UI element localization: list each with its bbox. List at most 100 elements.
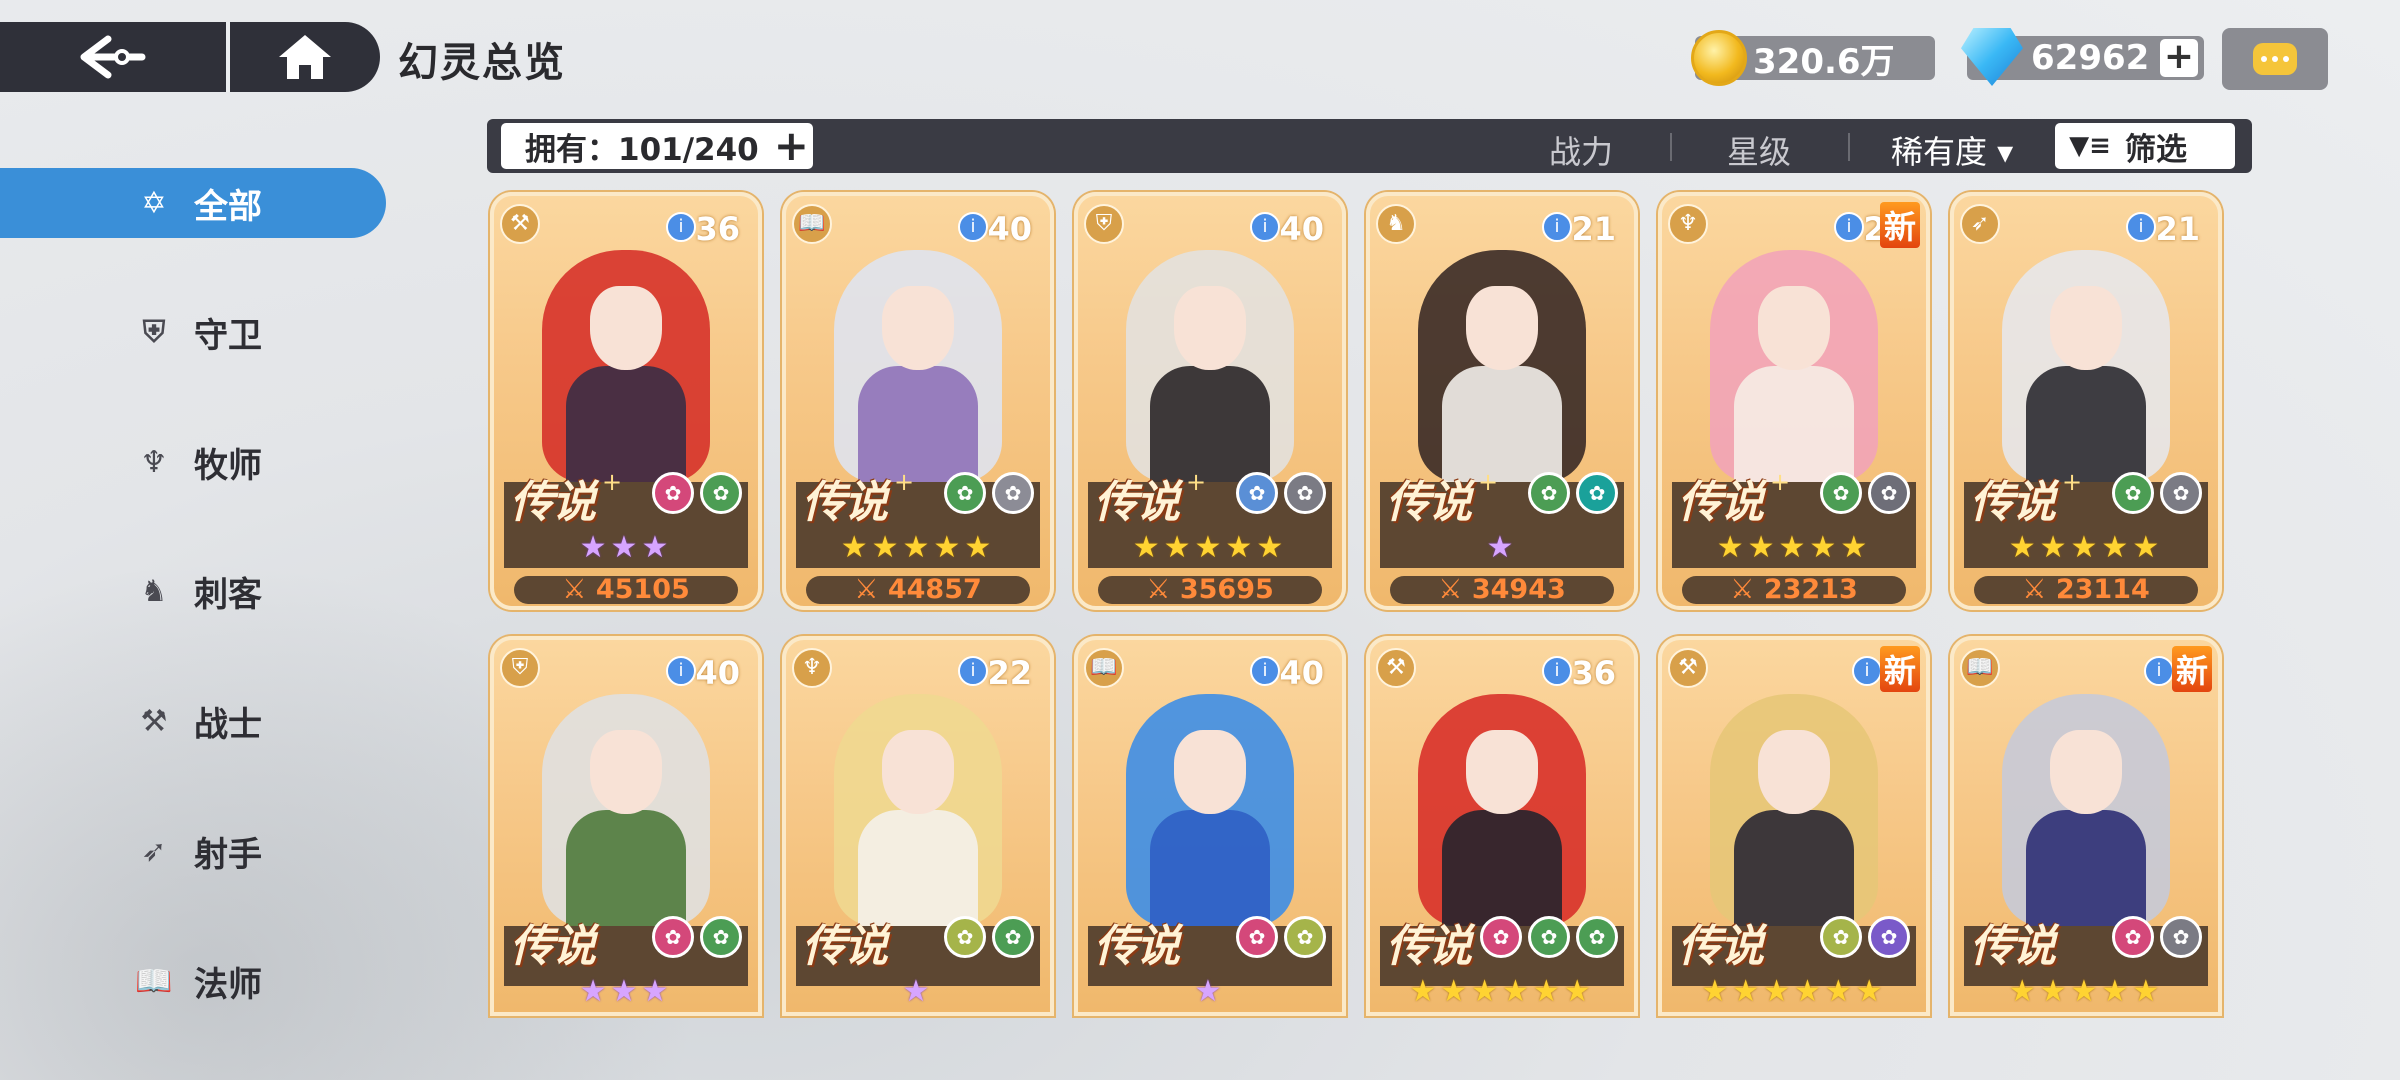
sidebar-item-label: 牧师 [194,445,262,486]
hero-card[interactable]: ♆i22新传说+✿✿★★★★★⚔ 23213 [1658,192,1930,610]
sidebar-item[interactable]: ♞ 刺客 [0,556,386,626]
star-rating: ★★★★★ [1716,530,1872,565]
hero-portrait [1380,230,1624,482]
sidebar-item[interactable]: 📖 法师 [0,946,386,1016]
chat-button[interactable] [2222,28,2328,90]
element-badges: ✿ ✿ [2112,916,2202,958]
element-badges: ✿ ✿ [652,916,742,958]
hero-card[interactable]: ♆ i 22 传说 ✿ ✿ ★ [782,636,1054,1016]
back-button[interactable] [0,22,226,92]
element-badges: ✿ ✿ [1236,472,1326,514]
hero-card[interactable]: ⚒ i 36 传说 + ✿ ✿ ★★★ ⚔ 45105 [490,192,762,610]
hero-info-panel: 传说 + ✿ ✿ ★★★★★ [1964,468,2208,568]
combat-power-value: 23114 [2055,574,2150,605]
hero-outfit [1150,366,1270,482]
hero-card[interactable]: ➶ i 21 传说 + ✿ ✿ ★★★★★ ⚔ 23114 [1950,192,2222,610]
hero-card[interactable]: ⛨ i 40 传说 ✿ ✿ ★★★ [490,636,762,1016]
element-icon: ✿ [1528,472,1570,514]
rarity-label: 传说 [802,477,888,528]
hero-level: 21 [1571,210,1616,248]
hero-info-panel: 传说 + ✿ ✿ ★★★★★ [796,468,1040,568]
hero-card[interactable]: ⛨ i 40 传说 + ✿ ✿ ★★★★★ ⚔ 35695 [1074,192,1346,610]
combat-power: ⚔ 23114 [1974,576,2198,604]
hero-face [2050,730,2122,814]
hood-icon: ♞ [1376,204,1416,244]
hero-face [882,730,954,814]
sidebar-item-label: 守卫 [194,315,262,356]
rarity-label: 传说 [1970,921,2056,972]
sort-by-power[interactable]: 战力 [1549,127,1613,173]
sidebar-item-label: 射手 [194,834,262,875]
element-badges: ✿ ✿ [1820,472,1910,514]
element-icon: ✿ [2112,472,2154,514]
sidebar-item[interactable]: ⛨ 守卫 [0,297,386,367]
hero-outfit [858,366,978,482]
hero-info-panel: 传说 + ✿ ✿ ★★★★★ [1088,468,1332,568]
hero-outfit [1734,810,1854,926]
rarity-label: 传说 [1678,921,1764,972]
sidebar-item-label: 刺客 [194,574,262,615]
home-button[interactable] [230,22,380,92]
gold-counter[interactable]: 320.6万 [1691,30,1935,86]
combat-power: ⚔ 34943 [1390,576,1614,604]
home-icon [279,35,331,79]
gold-coin-icon [1691,30,1747,86]
filter-button[interactable]: ▼≡ 筛选 [2055,123,2235,169]
gold-amount: 320.6万 [1753,41,1895,82]
hero-portrait [504,674,748,926]
sort-by-rarity[interactable]: 稀有度 ▾ [1891,127,2013,173]
level-gem-icon: i [958,656,988,686]
star-rating: ★ [902,974,934,1009]
hammer-icon: ⚒ [1376,648,1416,688]
star-rating: ★★★★★★ [1701,974,1887,1009]
back-arrow-icon [80,35,146,79]
book-icon: 📖 [135,963,173,999]
element-icon: ✿ [2112,916,2154,958]
sidebar-item[interactable]: ✡ 全部 [0,168,386,238]
hero-card[interactable]: 📖 i 40 传说 + ✿ ✿ ★★★★★ ⚔ 44857 [782,192,1054,610]
hood-icon: ♞ [140,573,168,609]
hero-level: 21 [2155,210,2200,248]
star-rating: ★★★ [579,974,673,1009]
sidebar-item[interactable]: ♆ 牧师 [0,427,386,497]
hero-info-panel: 传说 ✿ ✿ ★ [796,916,1040,1009]
hero-outfit [1734,366,1854,482]
shield-icon: ⛨ [142,314,166,350]
sidebar-item[interactable]: ➶ 射手 [0,816,386,886]
hero-card[interactable]: 📖i4新传说✿✿★★★★★ [1950,636,2222,1016]
hero-level: 36 [1571,654,1616,692]
element-icon: ✿ [1236,916,1278,958]
add-gems-button[interactable]: + [2160,39,2198,77]
hero-face [590,286,662,370]
hero-outfit [566,810,686,926]
hero-outfit [1150,810,1270,926]
hero-face [882,286,954,370]
star-rating: ★★★★★ [1132,530,1288,565]
bow-icon: ➶ [141,833,167,869]
combat-power: ⚔ 44857 [806,576,1030,604]
crossed-swords-icon: ⚔ [2022,574,2056,605]
owned-count-box[interactable]: 拥有：101/240 + [501,123,813,169]
hero-card[interactable]: ⚒i3新传说✿✿★★★★★★ [1658,636,1930,1016]
element-icon: ✿ [1868,916,1910,958]
element-badges: ✿ ✿ [944,472,1034,514]
hero-outfit [2026,810,2146,926]
sidebar-item[interactable]: ⚒ 战士 [0,686,386,756]
hero-portrait [1964,674,2208,926]
expand-slots-plus-icon[interactable]: + [774,123,809,169]
element-icon: ✿ [1820,916,1862,958]
hero-card[interactable]: ⚒ i 36 传说 ✿ ✿ ✿ ★★★★★★ [1366,636,1638,1016]
hammer-icon: ⚒ [1668,648,1708,688]
hero-card[interactable]: 📖 i 40 传说 ✿ ✿ ★ [1074,636,1346,1016]
combat-power: ⚔ 35695 [1098,576,1322,604]
rarity-label: 传说 [1970,477,2056,528]
hero-card[interactable]: ♞ i 21 传说 + ✿ ✿ ★ ⚔ 34943 [1366,192,1638,610]
element-icon: ✿ [1576,472,1618,514]
level-gem-icon: i [2144,656,2174,686]
sort-by-star[interactable]: 星级 [1727,127,1791,173]
hammer-icon: ⚒ [140,703,168,739]
hero-face [1466,730,1538,814]
gem-amount: 62962 [2031,38,2150,78]
hero-face [1758,286,1830,370]
hero-level: 22 [987,654,1032,692]
